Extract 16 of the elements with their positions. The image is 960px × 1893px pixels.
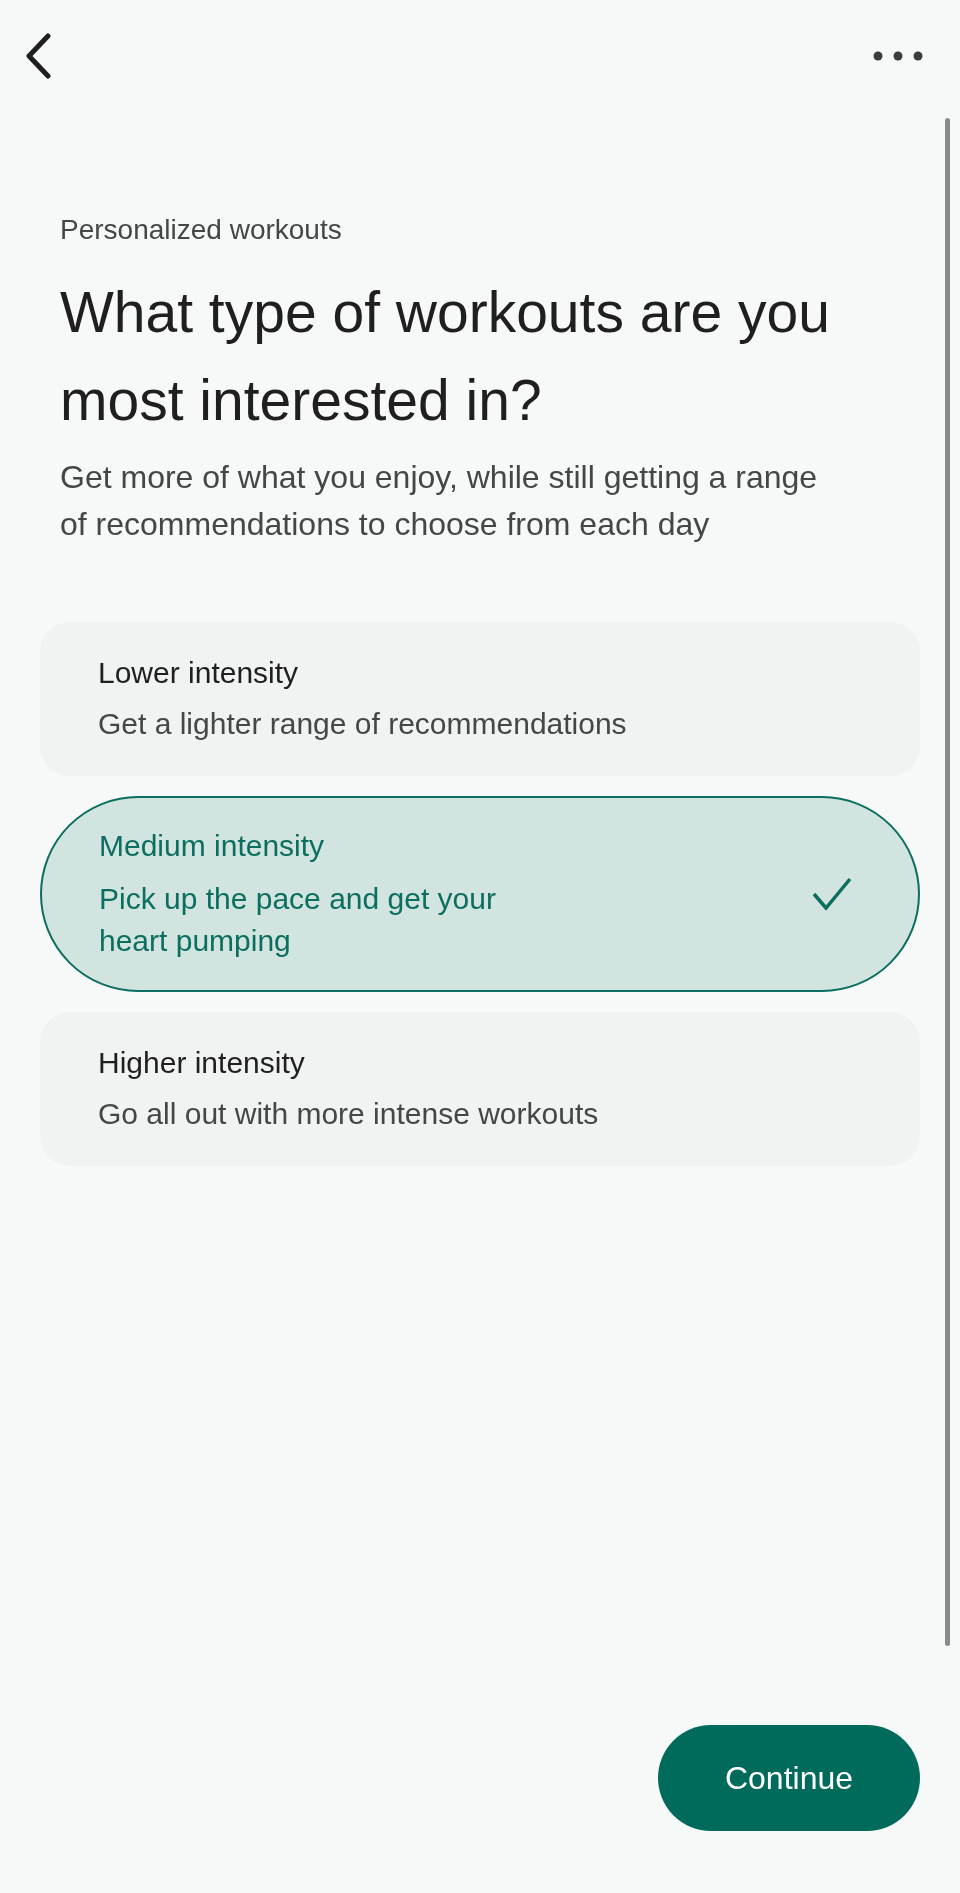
page-title: What type of workouts are you most interested in?	[60, 279, 831, 434]
more-icon	[873, 51, 923, 61]
option-description: Go all out with more intense workouts	[98, 1096, 599, 1132]
intensity-option[interactable]: Medium intensity Pick up the pace and get your heart pumping	[40, 796, 920, 992]
continue-button[interactable]: Continue	[658, 1725, 920, 1831]
back-icon	[24, 33, 52, 79]
checkmark-icon	[812, 877, 852, 911]
option-title: Medium intensity	[99, 828, 326, 864]
intensity-option[interactable]: Higher intensity Go all out with more intense workouts	[40, 1012, 920, 1166]
page-description: Get more of what you enjoy, while still getting a range of recommendations to choose from each day	[60, 458, 819, 544]
option-description: Pick up the pace and get your heart pumping	[99, 881, 497, 959]
section-label: Personalized workouts	[60, 213, 343, 247]
intensity-option[interactable]: Lower intensity Get a lighter range of recommendations	[40, 622, 920, 776]
option-title: Lower intensity	[98, 655, 300, 691]
option-title: Higher intensity	[98, 1045, 306, 1081]
option-description: Get a lighter range of recommendations	[98, 706, 627, 742]
